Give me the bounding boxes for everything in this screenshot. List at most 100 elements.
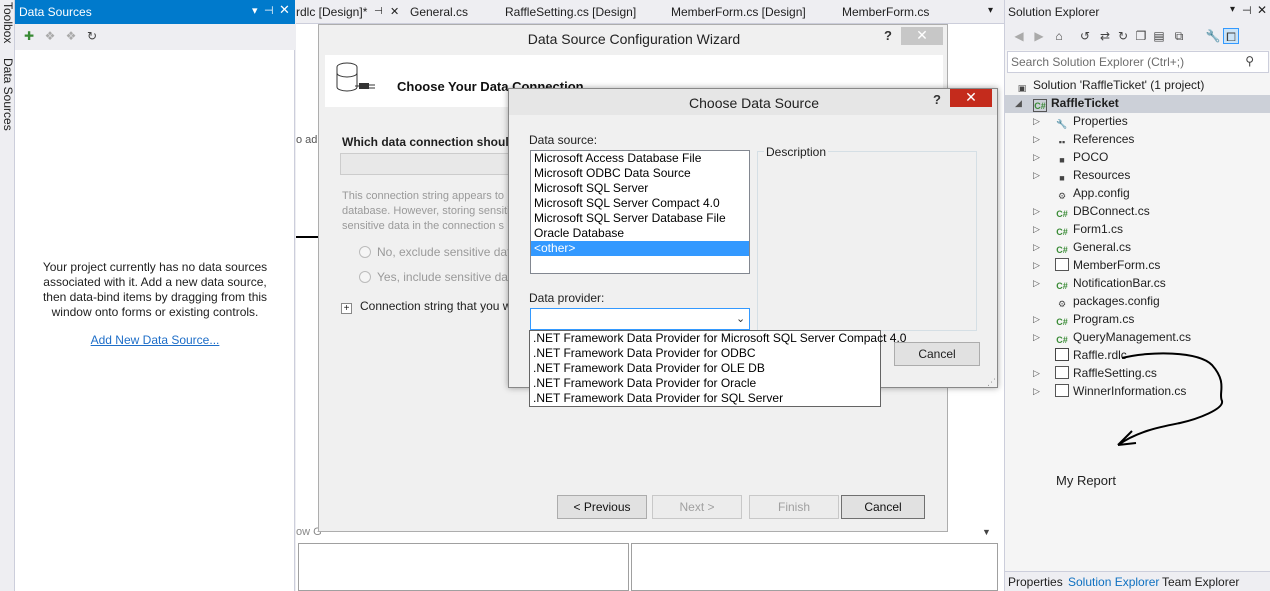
connection-string-expander[interactable]: + Connection string that you w: [341, 299, 511, 314]
expand-arrow-icon[interactable]: ▷: [1033, 148, 1040, 166]
expand-arrow-icon[interactable]: ▷: [1033, 256, 1040, 274]
pin-icon[interactable]: ⊣: [264, 4, 274, 17]
tree-node-label: NotificationBar.cs: [1073, 276, 1166, 290]
expand-arrow-icon[interactable]: ▷: [1033, 382, 1040, 400]
configure-icon[interactable]: ❖: [63, 28, 79, 44]
expand-arrow-icon[interactable]: ▷: [1033, 112, 1040, 130]
list-item[interactable]: Microsoft SQL Server Compact 4.0: [531, 196, 749, 211]
data-sources-tab[interactable]: Data Sources: [1, 58, 15, 131]
tab-memberform-design[interactable]: MemberForm.cs [Design]: [671, 5, 806, 19]
properties-wrench-icon[interactable]: 🔧: [1205, 28, 1221, 44]
expand-arrow-icon[interactable]: ▷: [1033, 202, 1040, 220]
dialog-cancel-button[interactable]: Cancel: [894, 342, 980, 366]
tree-item[interactable]: ▷ MemberForm.cs: [1033, 256, 1160, 274]
list-item[interactable]: Microsoft SQL Server: [531, 181, 749, 196]
edit-dataset-icon[interactable]: ❖: [42, 28, 58, 44]
tree-item[interactable]: ▷ C# QueryManagement.cs: [1033, 328, 1191, 346]
dropdown-option[interactable]: .NET Framework Data Provider for Microso…: [530, 331, 906, 346]
tree-item[interactable]: ▷ C# Program.cs: [1033, 310, 1134, 328]
next-button[interactable]: Next >: [652, 495, 742, 519]
dropdown-option[interactable]: .NET Framework Data Provider for SQL Ser…: [530, 391, 880, 406]
dropdown-icon[interactable]: ▾: [1230, 4, 1235, 15]
data-source-list[interactable]: Microsoft Access Database File Microsoft…: [530, 150, 750, 274]
show-all-files-icon[interactable]: ▤: [1151, 28, 1167, 44]
tree-item[interactable]: ⚙ packages.config: [1055, 292, 1160, 310]
pin-icon[interactable]: ⊣: [1242, 4, 1252, 17]
resize-grip-icon[interactable]: ⋰: [987, 377, 996, 388]
help-icon[interactable]: ?: [884, 28, 892, 43]
list-item[interactable]: Microsoft ODBC Data Source: [531, 166, 749, 181]
home-icon[interactable]: ⌂: [1051, 28, 1067, 44]
data-sources-pane: Data Sources ▾ ⊣ ✕ ✚ ❖ ❖ ↻ Your project …: [15, 0, 295, 591]
data-provider-combo[interactable]: ⌄: [530, 308, 750, 330]
tree-item[interactable]: ▷ C# DBConnect.cs: [1033, 202, 1150, 220]
close-icon[interactable]: ✕: [901, 27, 943, 45]
tab-properties[interactable]: Properties: [1008, 575, 1063, 589]
radio-include-sensitive[interactable]: Yes, include sensitive da: [359, 270, 508, 284]
search-icon[interactable]: ⚲: [1245, 54, 1254, 68]
list-item[interactable]: Microsoft SQL Server Database File: [531, 211, 749, 226]
help-icon[interactable]: ?: [933, 92, 941, 107]
add-data-source-icon[interactable]: ✚: [21, 28, 37, 44]
wizard-cancel-button[interactable]: Cancel: [841, 495, 925, 519]
expand-arrow-icon[interactable]: ▷: [1033, 130, 1040, 148]
collapse-arrow-icon[interactable]: ◢: [1015, 94, 1022, 112]
form-icon: [1055, 366, 1069, 379]
tree-node-label: Form1.cs: [1073, 222, 1124, 236]
tree-item[interactable]: ▷ ■ POCO: [1033, 148, 1108, 166]
tree-item[interactable]: ▷ ■ Resources: [1033, 166, 1130, 184]
tree-project[interactable]: ◢ C# RaffleTicket: [1015, 94, 1119, 112]
dropdown-option[interactable]: .NET Framework Data Provider for ODBC: [530, 346, 880, 361]
collapse-all-icon[interactable]: ❐: [1133, 28, 1149, 44]
tab-memberform-cs[interactable]: MemberForm.cs: [842, 5, 929, 19]
previous-button[interactable]: < Previous: [557, 495, 647, 519]
tree-solution[interactable]: ▣ Solution 'RaffleTicket' (1 project): [1015, 76, 1205, 94]
dropdown-option[interactable]: .NET Framework Data Provider for Oracle: [530, 376, 880, 391]
expand-arrow-icon[interactable]: ▷: [1033, 220, 1040, 238]
chevron-down-icon[interactable]: ⌄: [736, 312, 745, 325]
sync-icon[interactable]: ⇄: [1097, 28, 1113, 44]
list-item[interactable]: Oracle Database: [531, 226, 749, 241]
radio-exclude-sensitive[interactable]: No, exclude sensitive data: [359, 245, 517, 259]
chevron-down-icon[interactable]: ▾: [988, 5, 993, 16]
close-icon[interactable]: ✕: [279, 2, 290, 18]
expand-arrow-icon[interactable]: ▷: [1033, 238, 1040, 256]
tree-item[interactable]: ▷ 🔧 Properties: [1033, 112, 1128, 130]
connection-combo[interactable]: [340, 153, 515, 175]
finish-button[interactable]: Finish: [749, 495, 839, 519]
add-new-data-source-link[interactable]: Add New Data Source...: [35, 333, 275, 347]
preview-icon[interactable]: ⧉: [1171, 28, 1187, 44]
back-icon[interactable]: ◀: [1011, 28, 1027, 44]
tab-rdlc-design[interactable]: rdlc [Design]*: [296, 5, 367, 19]
pin-icon[interactable]: ⊣: [374, 6, 383, 17]
expand-arrow-icon[interactable]: ▷: [1033, 166, 1040, 184]
forward-icon[interactable]: ▶: [1031, 28, 1047, 44]
tab-solution-explorer[interactable]: Solution Explorer: [1068, 575, 1159, 589]
tab-team-explorer[interactable]: Team Explorer: [1162, 575, 1239, 589]
expand-arrow-icon[interactable]: ▷: [1033, 364, 1040, 382]
tree-item[interactable]: ▷ C# NotificationBar.cs: [1033, 274, 1166, 292]
tree-item[interactable]: ▷ C# Form1.cs: [1033, 220, 1124, 238]
expand-arrow-icon[interactable]: ▷: [1033, 328, 1040, 346]
dropdown-option[interactable]: .NET Framework Data Provider for OLE DB: [530, 361, 880, 376]
dropdown-icon[interactable]: ▾: [252, 4, 258, 17]
tree-item[interactable]: ⚙ App.config: [1055, 184, 1130, 202]
tab-general-cs[interactable]: General.cs: [410, 5, 468, 19]
view-class-diagram-icon[interactable]: ⧠: [1223, 28, 1239, 44]
expand-arrow-icon[interactable]: ▷: [1033, 310, 1040, 328]
history-icon[interactable]: ↺: [1077, 28, 1093, 44]
tree-item[interactable]: ▷ ▪▪ References: [1033, 130, 1134, 148]
tab-rafflesetting-design[interactable]: RaffleSetting.cs [Design]: [505, 5, 636, 19]
toolbox-tab[interactable]: Toolbox: [1, 2, 15, 43]
refresh-icon[interactable]: ↻: [84, 28, 100, 44]
solution-search-input[interactable]: Search Solution Explorer (Ctrl+;) ⚲: [1007, 51, 1269, 73]
close-icon[interactable]: ✕: [390, 5, 399, 18]
refresh-icon[interactable]: ↻: [1115, 28, 1131, 44]
close-icon[interactable]: ✕: [950, 89, 992, 107]
list-item-selected[interactable]: <other>: [531, 241, 749, 256]
close-icon[interactable]: ✕: [1257, 3, 1267, 17]
tree-item[interactable]: ▷ C# General.cs: [1033, 238, 1131, 256]
list-item[interactable]: Microsoft Access Database File: [531, 151, 749, 166]
expand-arrow-icon[interactable]: ▷: [1033, 274, 1040, 292]
chevron-down-icon[interactable]: ▼: [982, 527, 991, 537]
